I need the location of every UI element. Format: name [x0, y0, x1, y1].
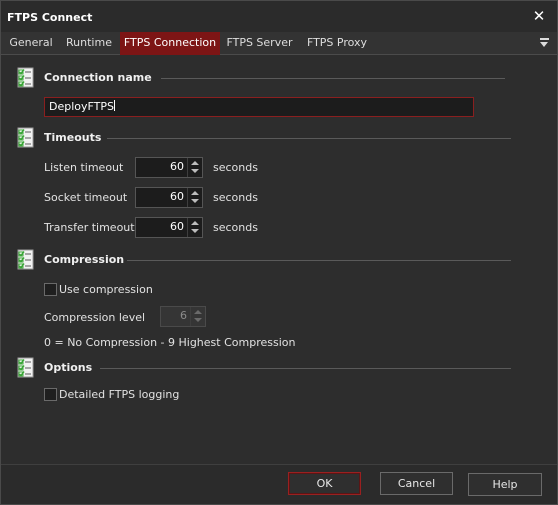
chevron-up-icon[interactable] [191, 221, 199, 225]
tab-general[interactable]: General [5, 32, 57, 55]
dropdown-menu-icon[interactable] [539, 37, 551, 49]
chevron-down-icon[interactable] [191, 229, 199, 233]
stepper-arrows[interactable] [187, 158, 202, 177]
cancel-button[interactable]: Cancel [380, 472, 453, 495]
compression-hint: 0 = No Compression - 9 Highest Compressi… [44, 336, 296, 349]
close-icon[interactable]: ✕ [531, 7, 547, 25]
stepper-arrows [190, 307, 205, 326]
chevron-up-icon [194, 310, 202, 314]
stepper-arrows[interactable] [187, 188, 202, 207]
compression-level-value: 6 [180, 309, 187, 322]
tab-content: Connection name DeployFTPS Timeouts List… [3, 56, 555, 464]
transfer-timeout-value: 60 [170, 220, 184, 233]
tab-bar: General Runtime FTPS Connection FTPS Ser… [1, 32, 557, 55]
listen-timeout-stepper[interactable]: 60 [135, 157, 203, 178]
socket-timeout-value: 60 [170, 190, 184, 203]
chevron-down-icon[interactable] [191, 169, 199, 173]
section-title-options: Options [44, 361, 93, 374]
button-bar: OK Cancel Help [1, 464, 557, 504]
tab-ftps-proxy[interactable]: FTPS Proxy [301, 32, 373, 55]
socket-timeout-unit: seconds [213, 191, 258, 204]
section-title-timeouts: Timeouts [44, 131, 102, 144]
chevron-down-icon[interactable] [191, 199, 199, 203]
compression-level-label: Compression level [44, 311, 146, 324]
chevron-up-icon[interactable] [191, 161, 199, 165]
window-title: FTPS Connect [7, 11, 93, 24]
use-compression-checkbox[interactable] [44, 283, 57, 296]
detailed-logging-checkbox[interactable] [44, 388, 57, 401]
section-divider [107, 138, 511, 139]
connection-name-input[interactable]: DeployFTPS [44, 97, 474, 117]
section-title-connection-name: Connection name [44, 71, 152, 84]
tab-runtime[interactable]: Runtime [61, 32, 117, 55]
checklist-icon [17, 249, 34, 270]
help-button[interactable]: Help [468, 473, 542, 496]
socket-timeout-label: Socket timeout [44, 191, 128, 204]
tab-ftps-connection[interactable]: FTPS Connection [120, 32, 220, 55]
chevron-up-icon[interactable] [191, 191, 199, 195]
dialog-window: FTPS Connect ✕ General Runtime FTPS Conn… [0, 0, 558, 505]
transfer-timeout-label: Transfer timeout [44, 221, 135, 234]
section-title-compression: Compression [44, 253, 125, 266]
checklist-icon [17, 357, 34, 378]
chevron-down-icon [194, 318, 202, 322]
compression-level-stepper: 6 [160, 306, 206, 327]
listen-timeout-label: Listen timeout [44, 161, 124, 174]
section-divider [100, 368, 511, 369]
checklist-icon [17, 67, 34, 88]
title-bar: FTPS Connect ✕ [1, 1, 557, 32]
tab-ftps-server[interactable]: FTPS Server [222, 32, 297, 55]
connection-name-value: DeployFTPS [49, 100, 114, 113]
transfer-timeout-stepper[interactable]: 60 [135, 217, 203, 238]
checklist-icon [17, 127, 34, 148]
detailed-logging-label[interactable]: Detailed FTPS logging [59, 388, 179, 401]
section-divider [127, 260, 511, 261]
transfer-timeout-unit: seconds [213, 221, 258, 234]
section-divider [161, 78, 505, 79]
socket-timeout-stepper[interactable]: 60 [135, 187, 203, 208]
ok-button[interactable]: OK [288, 472, 361, 495]
use-compression-label[interactable]: Use compression [59, 283, 153, 296]
stepper-arrows[interactable] [187, 218, 202, 237]
listen-timeout-unit: seconds [213, 161, 258, 174]
listen-timeout-value: 60 [170, 160, 184, 173]
